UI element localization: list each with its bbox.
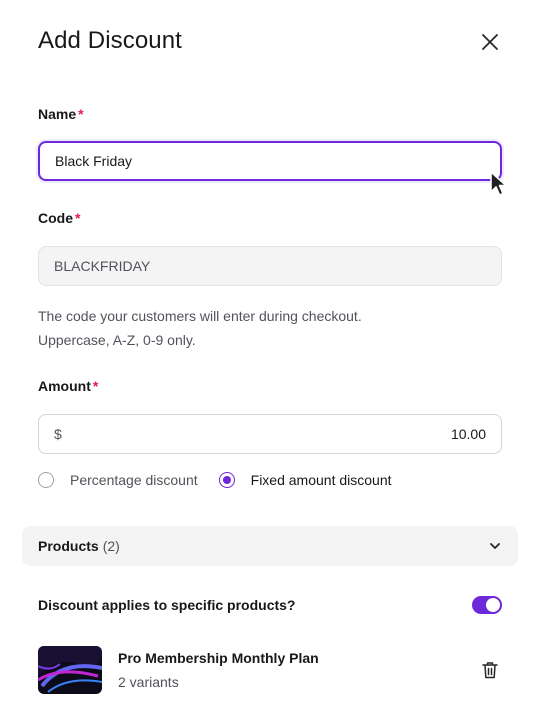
code-help-line: The code your customers will enter durin… xyxy=(38,308,362,324)
name-input-value: Black Friday xyxy=(55,153,133,169)
delete-product-button[interactable] xyxy=(478,658,502,682)
specific-products-row: Discount applies to specific products? xyxy=(38,596,502,614)
code-label: Code * xyxy=(38,210,80,226)
name-label: Name * xyxy=(38,106,84,122)
radio-option-fixed-amount[interactable]: Fixed amount discount xyxy=(218,472,392,488)
discount-type-radio-group: Percentage discount Fixed amount discoun… xyxy=(38,472,392,488)
amount-label-text: Amount xyxy=(38,378,91,394)
radio-checked[interactable] xyxy=(218,472,235,488)
code-help-text: The code your customers will enter durin… xyxy=(38,304,362,352)
product-name: Pro Membership Monthly Plan xyxy=(118,650,319,666)
name-input[interactable]: Black Friday xyxy=(38,141,502,181)
product-info: Pro Membership Monthly Plan 2 variants xyxy=(118,646,478,694)
amount-label: Amount * xyxy=(38,378,98,394)
required-mark: * xyxy=(75,210,81,226)
products-title-text: Products xyxy=(38,538,99,554)
radio-label: Percentage discount xyxy=(70,472,198,488)
radio-option-percentage[interactable]: Percentage discount xyxy=(38,472,198,488)
product-variants: 2 variants xyxy=(118,674,179,690)
code-input[interactable]: BLACKFRIDAY xyxy=(38,246,502,286)
specific-products-label: Discount applies to specific products? xyxy=(38,597,296,613)
amount-input[interactable]: $ 10.00 xyxy=(38,414,502,454)
code-help-line: Uppercase, A-Z, 0-9 only. xyxy=(38,332,196,348)
radio-unchecked[interactable] xyxy=(38,472,54,488)
product-thumbnail xyxy=(38,646,102,694)
close-icon xyxy=(482,34,498,50)
code-input-value: BLACKFRIDAY xyxy=(54,258,151,274)
products-section-header[interactable]: Products (2) xyxy=(22,526,518,566)
currency-symbol: $ xyxy=(54,426,62,442)
product-item: Pro Membership Monthly Plan 2 variants xyxy=(38,646,502,694)
specific-products-toggle[interactable] xyxy=(472,596,502,614)
name-label-text: Name xyxy=(38,106,77,122)
amount-input-value: 10.00 xyxy=(450,426,486,442)
code-label-text: Code xyxy=(38,210,73,226)
radio-label: Fixed amount discount xyxy=(250,472,392,488)
dialog-title: Add Discount xyxy=(38,27,182,54)
products-section-title: Products (2) xyxy=(38,538,120,554)
chevron-down-icon xyxy=(490,543,500,549)
products-count: (2) xyxy=(102,538,120,554)
close-button[interactable] xyxy=(478,30,502,54)
trash-icon xyxy=(482,662,498,679)
required-mark: * xyxy=(78,106,84,122)
required-mark: * xyxy=(92,378,99,394)
